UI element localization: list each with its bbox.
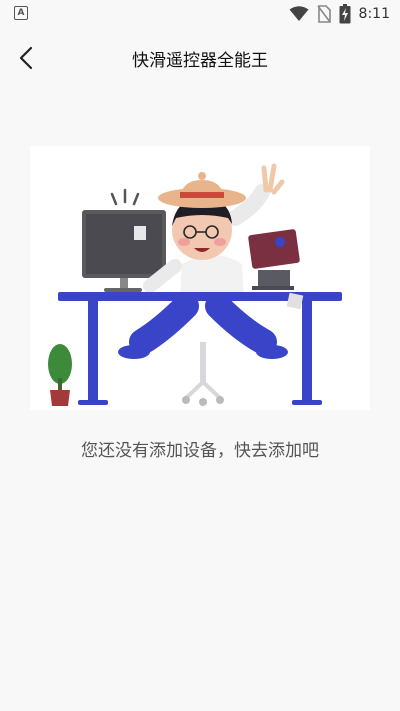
page-title: 快滑遥控器全能王	[132, 51, 268, 71]
notification-app-icon: A	[14, 6, 28, 20]
empty-state-message: 您还没有添加设备，快去添加吧	[81, 441, 319, 461]
status-bar: A 8:11	[0, 0, 400, 28]
wifi-icon	[289, 6, 309, 21]
person-at-desk-illustration	[30, 146, 370, 410]
battery-charging-icon	[339, 4, 351, 24]
no-sim-icon	[316, 5, 331, 23]
nav-bar: 快滑遥控器全能王	[0, 28, 400, 88]
status-right-group: 8:11	[289, 2, 390, 26]
status-time: 8:11	[358, 6, 390, 22]
